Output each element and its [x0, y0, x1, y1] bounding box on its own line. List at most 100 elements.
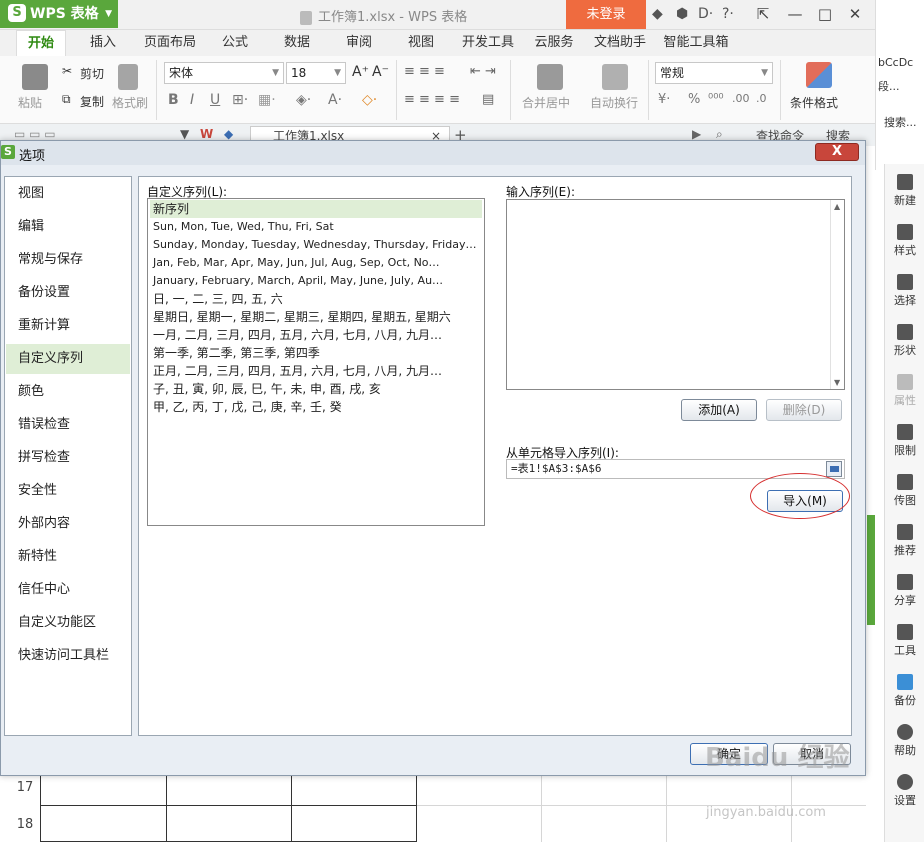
list-item[interactable]: Sun, Mon, Tue, Wed, Thu, Fri, Sat — [150, 218, 482, 236]
indent-icon[interactable]: ⇤ ⇥ — [470, 64, 496, 79]
category-view[interactable]: 视图 — [6, 179, 130, 209]
list-item[interactable]: 子, 丑, 寅, 卯, 辰, 巳, 午, 未, 申, 酉, 戌, 亥 — [150, 380, 482, 398]
list-item[interactable]: 日, 一, 二, 三, 四, 五, 六 — [150, 290, 482, 308]
category-color[interactable]: 颜色 — [6, 377, 130, 407]
grid-border-icon[interactable]: ▦· — [258, 92, 276, 108]
category-trust-center[interactable]: 信任中心 — [6, 575, 130, 605]
help-icon[interactable]: ?· — [722, 6, 734, 22]
category-backup[interactable]: 备份设置 — [6, 278, 130, 308]
font-grow-icon[interactable]: A⁺ — [352, 64, 369, 80]
list-item[interactable]: 第一季, 第二季, 第三季, 第四季 — [150, 344, 482, 362]
currency-icon[interactable]: ¥· — [658, 92, 670, 107]
list-item[interactable]: 一月, 二月, 三月, 四月, 五月, 六月, 七月, 八月, 九月… — [150, 326, 482, 344]
dialog-title-bar[interactable]: S 选项 X — [1, 141, 865, 165]
category-custom-lists[interactable]: 自定义序列 — [6, 344, 130, 374]
sidebar-item-shape[interactable]: 形状 — [885, 324, 924, 358]
side-search[interactable]: 搜索... — [884, 114, 917, 130]
tab-review[interactable]: 审阅 — [336, 30, 382, 56]
category-new-features[interactable]: 新特性 — [6, 542, 130, 572]
close-window-button[interactable]: ✕ — [842, 3, 868, 25]
collapse-pane-handle[interactable] — [867, 515, 875, 625]
scrollbar[interactable]: ▲ ▼ — [830, 200, 844, 389]
decrease-decimal-icon[interactable]: .0 — [756, 92, 767, 105]
tab-page-layout[interactable]: 页面布局 — [138, 30, 202, 56]
align-left-icon[interactable]: ≡ ≡ ≡ ≡ — [404, 92, 460, 107]
tab-cloud[interactable]: 云服务 — [530, 30, 578, 56]
merge-center-icon[interactable] — [537, 64, 563, 90]
paste-button[interactable]: 粘贴 — [18, 94, 42, 111]
font-family-select[interactable]: 宋体 ▼ — [164, 62, 284, 84]
category-error-check[interactable]: 错误检查 — [6, 410, 130, 440]
custom-lists-listbox[interactable]: 新序列 Sun, Mon, Tue, Wed, Thu, Fri, Sat Su… — [147, 198, 485, 526]
paste-icon[interactable] — [22, 64, 48, 90]
align-top-icon[interactable]: ≡ ≡ ≡ — [404, 64, 445, 79]
cut-icon[interactable]: ✂ — [62, 64, 72, 78]
number-format-select[interactable]: 常规 ▼ — [655, 62, 773, 84]
sidebar-item-select[interactable]: 选择 — [885, 274, 924, 308]
increase-decimal-icon[interactable]: .00 — [732, 92, 750, 105]
category-edit[interactable]: 编辑 — [6, 212, 130, 242]
list-item[interactable]: January, February, March, April, May, Ju… — [150, 272, 482, 290]
thousands-icon[interactable]: ⁰⁰⁰ — [708, 92, 724, 107]
list-item[interactable]: 正月, 二月, 三月, 四月, 五月, 六月, 七月, 八月, 九月… — [150, 362, 482, 380]
scroll-up-icon[interactable]: ▲ — [834, 202, 840, 211]
category-security[interactable]: 安全性 — [6, 476, 130, 506]
merge-center-button[interactable]: 合并居中 — [522, 94, 570, 111]
sidebar-item-restrict[interactable]: 限制 — [885, 424, 924, 458]
maximize-button[interactable]: □ — [812, 3, 838, 25]
sidebar-item-tools[interactable]: 工具 — [885, 624, 924, 658]
clear-format-icon[interactable]: ◇· — [362, 92, 377, 108]
category-external-content[interactable]: 外部内容 — [6, 509, 130, 539]
wps-home-icon[interactable]: W — [200, 127, 213, 141]
tab-home[interactable]: 开始 — [16, 30, 66, 56]
sidebar-item-send-image[interactable]: 传图 — [885, 474, 924, 508]
distribute-icon[interactable]: ▤ — [482, 92, 494, 107]
bold-icon[interactable]: B — [168, 92, 179, 108]
row-header-18[interactable]: 18 — [10, 817, 40, 832]
format-painter-button[interactable]: 格式刷 — [112, 94, 148, 111]
list-item[interactable]: Jan, Feb, Mar, Apr, May, Jun, Jul, Aug, … — [150, 254, 482, 272]
category-spell-check[interactable]: 拼写检查 — [6, 443, 130, 473]
app-menu-button[interactable]: S WPS 表格 ▼ — [0, 0, 118, 28]
italic-icon[interactable]: I — [190, 92, 194, 108]
tab-developer[interactable]: 开发工具 — [458, 30, 518, 56]
category-recalculate[interactable]: 重新计算 — [6, 311, 130, 341]
format-painter-icon[interactable] — [118, 64, 138, 90]
login-button[interactable]: 未登录 — [566, 0, 646, 29]
row-header-17[interactable]: 17 — [10, 780, 40, 795]
quick-access-icon[interactable]: ▭ ▭ ▭ — [14, 127, 56, 141]
sidebar-item-style[interactable]: 样式 — [885, 224, 924, 258]
scroll-down-icon[interactable]: ▼ — [834, 378, 840, 387]
add-button[interactable]: 添加(A) — [681, 399, 757, 421]
cut-button[interactable]: 剪切 — [80, 65, 104, 82]
wrap-text-icon[interactable] — [602, 64, 628, 90]
shield-icon[interactable]: ⬢ — [676, 6, 688, 22]
chevron-right-icon[interactable]: ▶ — [692, 127, 701, 141]
font-shrink-icon[interactable]: A⁻ — [372, 64, 389, 80]
skin-icon[interactable]: ◆ — [652, 6, 663, 22]
tab-view[interactable]: 视图 — [398, 30, 444, 56]
sidebar-item-recommend[interactable]: 推荐 — [885, 524, 924, 558]
tab-insert[interactable]: 插入 — [80, 30, 126, 56]
fill-color-icon[interactable]: ◈· — [296, 92, 311, 108]
list-item[interactable]: 甲, 乙, 丙, 丁, 戊, 己, 庚, 辛, 壬, 癸 — [150, 398, 482, 416]
tab-doc-assistant[interactable]: 文档助手 — [590, 30, 650, 56]
delete-button[interactable]: 删除(D) — [766, 399, 842, 421]
conditional-format-icon[interactable] — [806, 62, 832, 88]
conditional-format-button[interactable]: 条件格式 — [790, 94, 838, 111]
minimize-button[interactable]: — — [782, 3, 808, 25]
restore-ribbon-icon[interactable]: ⇱ — [750, 3, 776, 25]
sidebar-item-new[interactable]: 新建 — [885, 174, 924, 208]
list-item[interactable]: Sunday, Monday, Tuesday, Wednesday, Thur… — [150, 236, 482, 254]
sidebar-item-share[interactable]: 分享 — [885, 574, 924, 608]
font-color-icon[interactable]: A· — [328, 92, 342, 108]
sidebar-item-settings[interactable]: 设置 — [885, 774, 924, 808]
cube-icon[interactable]: ◆ — [224, 127, 233, 141]
list-item[interactable]: 星期日, 星期一, 星期二, 星期三, 星期四, 星期五, 星期六 — [150, 308, 482, 326]
wrap-text-button[interactable]: 自动换行 — [590, 94, 638, 111]
tab-smart-toolbox[interactable]: 智能工具箱 — [660, 30, 732, 56]
dialog-close-button[interactable]: X — [815, 143, 859, 161]
percent-icon[interactable]: % — [688, 92, 700, 107]
border-icon[interactable]: ⊞· — [232, 92, 248, 108]
category-quick-access-toolbar[interactable]: 快速访问工具栏 — [6, 641, 130, 671]
